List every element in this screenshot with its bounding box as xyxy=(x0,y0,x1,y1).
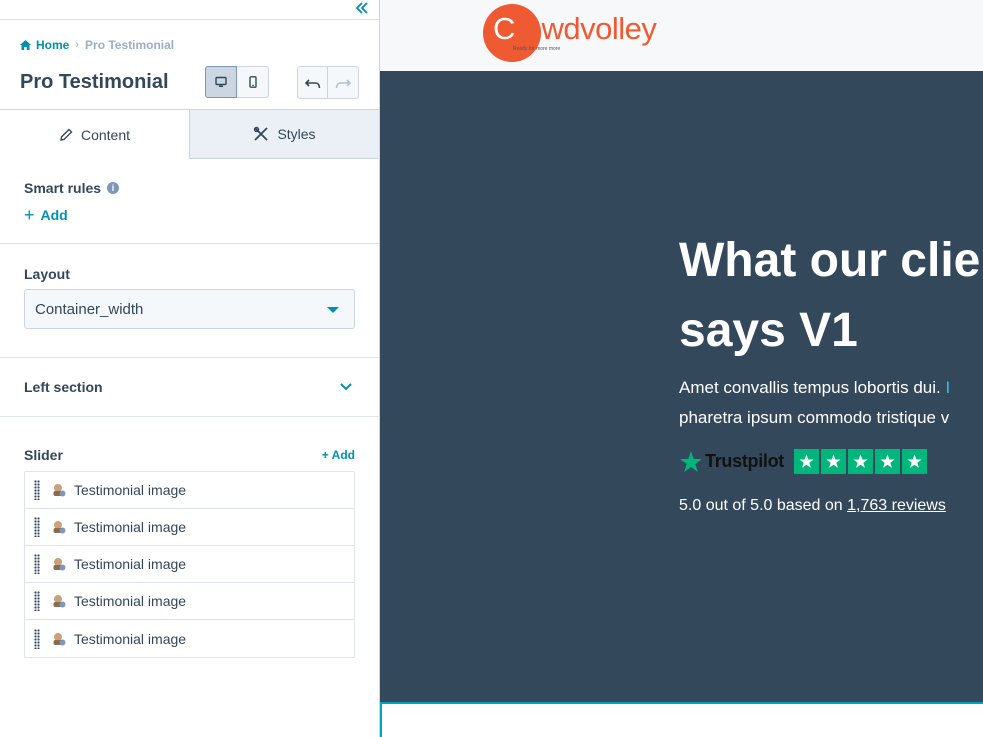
drag-handle-icon[interactable] xyxy=(34,591,40,611)
chevron-right-icon: › xyxy=(75,39,80,51)
logo-text: Crowdvolley xyxy=(493,11,657,47)
slider-list-item[interactable]: Testimonial image xyxy=(25,583,354,620)
mobile-view-button[interactable] xyxy=(237,66,269,98)
rating-summary: 5.0 out of 5.0 based on 1,763 reviews xyxy=(679,497,946,515)
plus-icon: + xyxy=(24,205,35,225)
undo-button[interactable] xyxy=(297,66,328,99)
desktop-view-button[interactable] xyxy=(205,66,237,98)
home-icon xyxy=(20,40,31,50)
editor-panel: Home › Pro Testimonial Pro Testimonial C… xyxy=(0,0,380,737)
person-thumbnail-icon xyxy=(53,595,66,608)
star-icon xyxy=(875,449,900,474)
star-icon xyxy=(902,449,927,474)
redo-icon xyxy=(335,78,351,88)
smart-rules-section: Smart rules i + Add xyxy=(0,159,379,244)
redo-button[interactable] xyxy=(328,66,359,99)
page-title: Pro Testimonial xyxy=(20,71,169,93)
desktop-icon xyxy=(215,76,227,87)
hero-title: What our clier says V1 xyxy=(679,226,983,366)
smart-rules-add-label: Add xyxy=(40,207,68,223)
tab-content-label: Content xyxy=(80,126,131,143)
slider-list-item[interactable]: Testimonial image xyxy=(25,472,354,509)
panel-tabs: Content Styles xyxy=(0,109,379,159)
breadcrumb-current: Pro Testimonial xyxy=(85,38,175,52)
person-thumbnail-icon xyxy=(53,521,66,534)
drag-handle-icon[interactable] xyxy=(34,517,40,537)
chevron-down-icon[interactable] xyxy=(339,378,353,396)
device-toggle xyxy=(205,66,269,98)
slider-list: Testimonial image Testimonial image Testim… xyxy=(24,471,355,658)
caret-down-icon xyxy=(327,307,339,313)
layout-select[interactable]: Container_width xyxy=(24,289,355,329)
drag-handle-icon[interactable] xyxy=(34,480,40,500)
breadcrumb-home-link[interactable]: Home xyxy=(20,38,69,52)
panel-collapse-bar xyxy=(0,0,379,20)
left-section-label: Left section xyxy=(24,379,103,395)
rating-prefix: 5.0 out of 5.0 based on xyxy=(679,497,848,514)
hero-body-line2: pharetra ipsum commodo tristique v xyxy=(679,408,950,427)
hero-body: Amet convallis tempus lobortis dui. I ph… xyxy=(679,373,950,433)
trustpilot-badge[interactable]: Trustpilot xyxy=(679,449,927,474)
slider-item-label: Testimonial image xyxy=(74,519,187,535)
layout-section: Layout Container_width xyxy=(0,244,379,358)
drag-handle-icon[interactable] xyxy=(34,554,40,574)
next-section-selected[interactable] xyxy=(380,702,983,737)
smart-rules-add-button[interactable]: + Add xyxy=(24,205,68,225)
slider-list-item[interactable]: Testimonial image xyxy=(25,546,354,583)
hero-body-line1: Amet convallis tempus lobortis dui. I xyxy=(679,373,950,403)
trustpilot-star-icon xyxy=(680,450,702,472)
trustpilot-stars xyxy=(794,449,927,474)
trustpilot-name: Trustpilot xyxy=(705,451,784,471)
left-section-accordion[interactable]: Left section xyxy=(0,358,379,417)
hero-body-link[interactable]: I xyxy=(945,378,950,397)
slider-item-label: Testimonial image xyxy=(74,630,187,647)
info-icon[interactable]: i xyxy=(107,182,120,194)
drag-handle-icon[interactable] xyxy=(34,628,40,649)
reviews-link[interactable]: 1,763 reviews xyxy=(847,497,946,514)
tools-icon xyxy=(254,126,269,141)
crowdvolley-logo[interactable]: Crowdvolley xyxy=(483,4,704,62)
tab-styles[interactable]: Styles xyxy=(189,110,379,159)
pencil-icon xyxy=(60,128,73,141)
breadcrumb-home-label: Home xyxy=(36,38,70,52)
slider-list-item[interactable]: Testimonial image xyxy=(25,509,354,546)
testimonial-hero[interactable]: What our clier says V1 Amet convallis te… xyxy=(380,71,983,702)
page-preview: Crowdvolley Ready for more more What our… xyxy=(380,0,983,737)
tab-content[interactable]: Content xyxy=(0,110,189,159)
layout-select-value: Container_width xyxy=(35,300,144,318)
star-icon xyxy=(821,449,846,474)
hero-body-line1-text: Amet convallis tempus lobortis dui. xyxy=(679,378,946,397)
slider-add-button[interactable]: + Add xyxy=(322,448,355,462)
smart-rules-text: Smart rules xyxy=(24,180,102,196)
double-chevron-left-icon[interactable] xyxy=(355,1,369,19)
tab-styles-label: Styles xyxy=(277,126,316,142)
layout-label: Layout xyxy=(24,266,70,282)
person-thumbnail-icon xyxy=(53,632,66,645)
slider-item-label: Testimonial image xyxy=(74,593,187,609)
history-controls xyxy=(297,66,359,99)
star-icon xyxy=(794,449,819,474)
site-header: Crowdvolley Ready for more more xyxy=(380,0,983,71)
logo-text-first: C xyxy=(493,11,515,46)
slider-label: Slider xyxy=(24,447,63,463)
smart-rules-label: Smart rules i xyxy=(24,180,120,196)
logo-tagline: Ready for more more xyxy=(513,46,561,52)
hero-title-line1: What our clier xyxy=(679,234,983,287)
hero-title-line2: says V1 xyxy=(679,304,858,357)
person-thumbnail-icon xyxy=(53,484,66,497)
undo-icon xyxy=(304,78,320,88)
mobile-icon xyxy=(248,76,257,88)
slider-item-label: Testimonial image xyxy=(74,482,187,498)
breadcrumb: Home › Pro Testimonial xyxy=(20,38,174,52)
slider-item-label: Testimonial image xyxy=(74,556,187,572)
logo-text-rest: rowdvolley xyxy=(514,11,657,46)
star-icon xyxy=(848,449,873,474)
person-thumbnail-icon xyxy=(53,558,66,571)
slider-list-item[interactable]: Testimonial image xyxy=(25,620,354,657)
